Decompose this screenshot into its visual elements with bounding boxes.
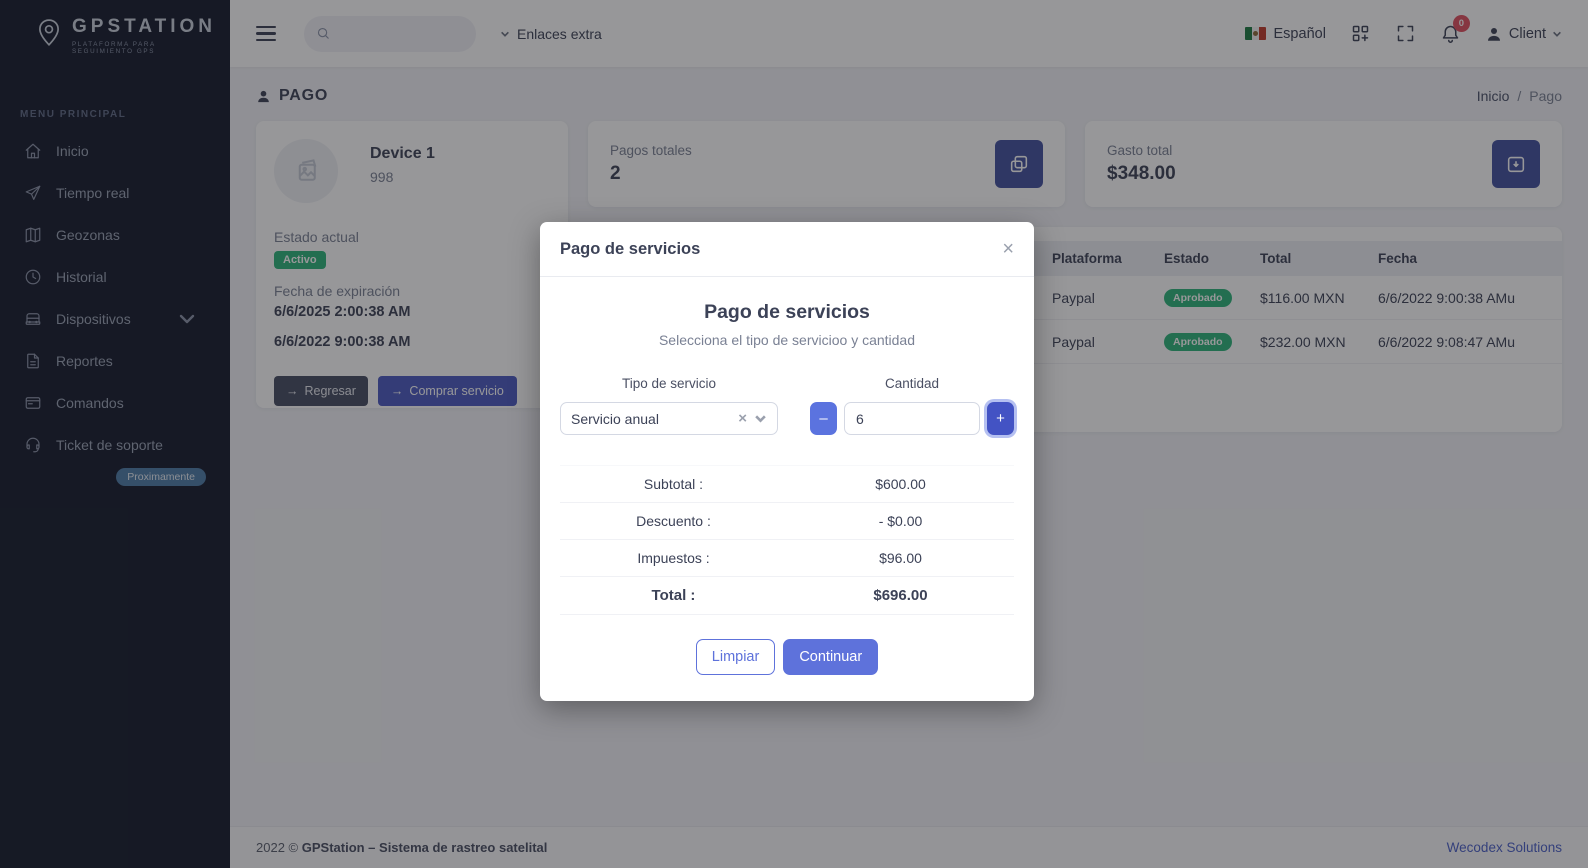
subtotal-value: $600.00 [875,476,926,492]
service-type-select[interactable]: Servicio anual × [560,402,778,435]
close-icon[interactable]: × [1002,239,1014,259]
payment-modal: Pago de servicios × Pago de servicios Se… [540,222,1034,701]
chevron-down-icon [755,415,766,423]
service-type-label: Tipo de servicio [621,376,717,391]
total-row: Total : $696.00 [560,577,1014,615]
taxes-row: Impuestos : $96.00 [560,540,1014,577]
decrease-quantity-button[interactable]: – [810,402,837,435]
service-type-value: Servicio anual [571,410,659,427]
discount-value: - $0.00 [878,513,923,529]
modal-heading: Pago de servicios [704,301,870,323]
total-value: $696.00 [873,587,928,604]
discount-row: Descuento : - $0.00 [560,503,1014,540]
clear-button[interactable]: Limpiar [695,639,776,675]
increase-quantity-button[interactable]: + [987,402,1014,435]
quantity-stepper: – + [810,402,1014,435]
modal-title: Pago de servicios [560,239,701,258]
modal-subtitle: Selecciona el tipo de servicioo y cantid… [658,332,916,348]
totals-summary: Subtotal : $600.00 Descuento : - $0.00 I… [560,465,1014,615]
clear-selection-icon[interactable]: × [738,410,747,427]
quantity-label: Cantidad [884,376,940,391]
subtotal-row: Subtotal : $600.00 [560,465,1014,503]
quantity-input[interactable] [844,402,980,435]
continue-button[interactable]: Continuar [783,639,879,675]
taxes-value: $96.00 [879,550,922,566]
